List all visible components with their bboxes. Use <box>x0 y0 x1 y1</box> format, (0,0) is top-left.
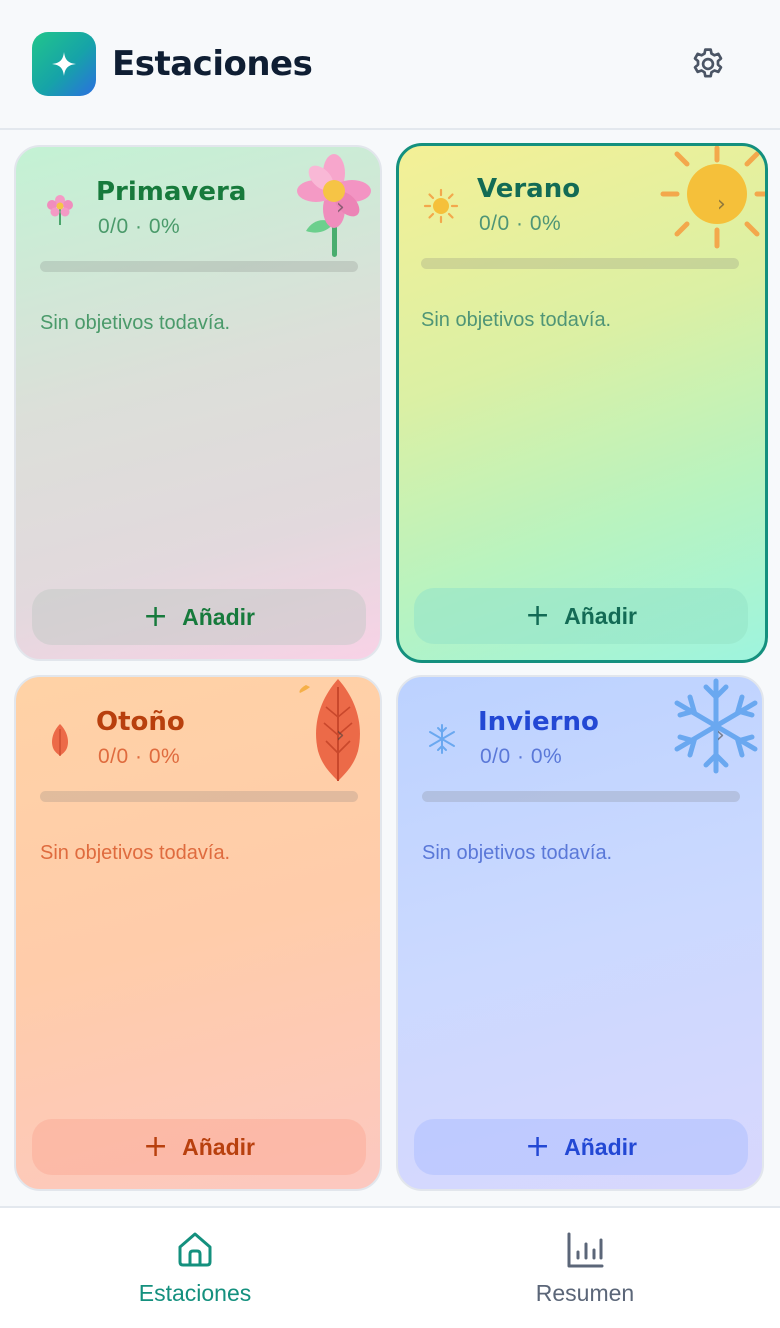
empty-state-text: Sin objetivos todavía. <box>421 309 612 331</box>
progress-bar <box>421 258 739 269</box>
app-logo <box>32 32 96 96</box>
snowflake-icon <box>429 724 455 754</box>
add-goal-label: Añadir <box>564 602 637 629</box>
empty-state-text: Sin objetivos todavía. <box>40 312 231 334</box>
add-goal-label: Añadir <box>182 1133 255 1160</box>
gear-icon <box>693 48 723 78</box>
tab-resumen[interactable]: Resumen <box>390 1208 780 1328</box>
season-progress-count: 0/0 · 0% <box>480 745 563 768</box>
home-icon <box>178 1232 212 1267</box>
empty-state-text: Sin objetivos todavía. <box>40 842 231 864</box>
flower-icon <box>47 195 73 225</box>
chevron-right-icon: › <box>717 192 726 217</box>
season-progress-count: 0/0 · 0% <box>479 212 562 235</box>
sun-icon <box>423 188 459 224</box>
season-progress-count: 0/0 · 0% <box>98 215 181 238</box>
add-goal-button[interactable]: + Añadir <box>414 588 748 644</box>
season-card-spring[interactable]: › Primavera 0/0 · 0% Sin objetivos todav… <box>14 145 382 661</box>
season-title: Otoño <box>96 707 185 737</box>
season-card-summer[interactable]: › Verano 0/0 · 0% Sin objetivos todavía.… <box>396 143 768 663</box>
plus-icon: + <box>143 599 169 634</box>
add-goal-button[interactable]: + Añadir <box>32 589 366 645</box>
season-title: Invierno <box>478 707 599 737</box>
bottom-tab-bar: Estaciones Resumen <box>0 1206 780 1328</box>
bar-chart-icon <box>567 1232 604 1268</box>
progress-bar <box>40 261 358 272</box>
sun-illustration <box>660 146 765 249</box>
season-title: Verano <box>477 174 581 204</box>
leaf-icon <box>52 724 68 756</box>
add-goal-button[interactable]: + Añadir <box>32 1119 366 1175</box>
chevron-right-icon: › <box>336 723 345 748</box>
season-card-winter[interactable]: › Invierno 0/0 · 0% Sin objetivos todaví… <box>396 675 764 1191</box>
add-goal-label: Añadir <box>182 603 255 630</box>
add-goal-button[interactable]: + Añadir <box>414 1119 748 1175</box>
chevron-right-icon: › <box>336 195 345 220</box>
chevron-right-icon: › <box>716 723 725 748</box>
progress-bar <box>40 791 358 802</box>
add-goal-label: Añadir <box>564 1133 637 1160</box>
tab-label: Estaciones <box>138 1280 252 1306</box>
season-progress-count: 0/0 · 0% <box>98 745 181 768</box>
leaf-illustration <box>299 679 360 781</box>
progress-bar <box>422 791 740 802</box>
plus-icon: + <box>525 1129 551 1164</box>
tab-label: Resumen <box>535 1280 635 1306</box>
app-header: Estaciones <box>0 0 780 130</box>
season-card-autumn[interactable]: › Otoño 0/0 · 0% Sin objetivos todavía. … <box>14 675 382 1191</box>
sparkle-icon <box>52 52 76 76</box>
flower-illustration <box>297 154 371 257</box>
settings-button[interactable] <box>684 40 732 88</box>
app-title: Estaciones <box>112 44 313 84</box>
tab-estaciones[interactable]: Estaciones <box>0 1208 390 1328</box>
empty-state-text: Sin objetivos todavía. <box>422 842 613 864</box>
season-title: Primavera <box>96 177 247 207</box>
plus-icon: + <box>525 598 551 633</box>
plus-icon: + <box>143 1129 169 1164</box>
